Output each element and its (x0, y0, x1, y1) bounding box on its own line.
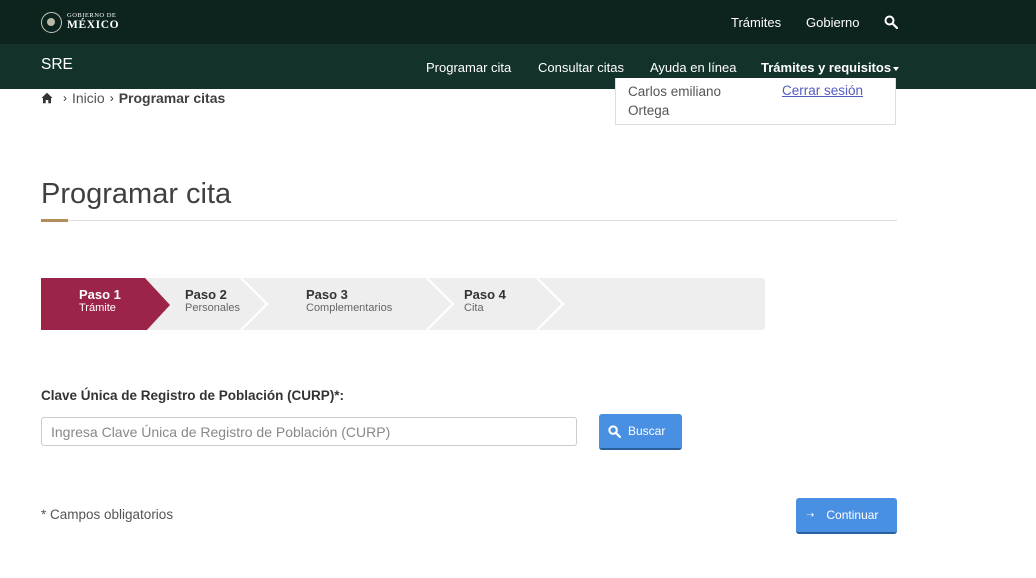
step-4-label: Cita (464, 302, 484, 314)
search-icon[interactable] (884, 15, 898, 29)
step-1-label: Trámite (79, 302, 116, 314)
nav-programar-cita[interactable]: Programar cita (426, 60, 511, 75)
breadcrumb-inicio[interactable]: Inicio (72, 90, 105, 106)
step-2: Paso 2 Personales (185, 288, 240, 314)
step-1-number: Paso 1 (79, 287, 121, 302)
step-3: Paso 3 Complementarios (306, 288, 392, 314)
gobierno-de-mexico-logo[interactable]: GOBIERNO DE MÉXICO (41, 10, 119, 34)
step-3-number: Paso 3 (306, 287, 348, 302)
step-2-number: Paso 2 (185, 287, 227, 302)
gov-nav-gobierno[interactable]: Gobierno (806, 15, 859, 30)
sre-title[interactable]: SRE (41, 56, 73, 74)
breadcrumb: › Inicio › Programar citas (41, 89, 225, 107)
gov-nav-tramites[interactable]: Trámites (731, 15, 781, 30)
national-seal-icon (41, 11, 62, 33)
nav-tramites-y-requisitos[interactable]: Trámites y requisitos (761, 60, 900, 75)
step-2-label: Personales (185, 302, 241, 314)
page-title: Programar cita (41, 178, 232, 210)
continue-button[interactable]: ➝ Continuar (796, 498, 897, 534)
search-button-label: Buscar (628, 424, 666, 438)
continue-button-label: Continuar (826, 508, 879, 522)
curp-label: Clave Única de Registro de Población (CU… (41, 388, 345, 403)
step-3-label: Complementarios (306, 302, 393, 314)
nav-consultar-citas[interactable]: Consultar citas (538, 60, 624, 75)
breadcrumb-current: Programar citas (118, 90, 226, 106)
logout-link[interactable]: Cerrar sesión (782, 83, 863, 98)
user-session-box: Carlos emiliano Ortega Cerrar sesión (615, 78, 896, 125)
stepper-arrows (41, 278, 565, 330)
nav-ayuda-en-linea[interactable]: Ayuda en línea (650, 60, 737, 75)
title-accent-bar (41, 219, 68, 222)
chevron-right-icon: › (63, 91, 67, 105)
search-icon (608, 424, 621, 438)
nav-tramites-y-requisitos-label: Trámites y requisitos (761, 60, 892, 75)
gov-top-bar: GOBIERNO DE MÉXICO Trámites Gobierno (0, 0, 1036, 44)
progress-stepper: Paso 1 Trámite Paso 2 Personales Paso 3 … (41, 278, 765, 330)
arrow-right-icon: ➝ (806, 509, 815, 521)
step-1: Paso 1 Trámite (79, 288, 121, 314)
chevron-right-icon: › (109, 91, 114, 105)
curp-input[interactable] (41, 417, 577, 446)
caret-down-icon (893, 66, 900, 71)
search-button[interactable]: Buscar (599, 414, 682, 450)
required-fields-note: * Campos obligatorios (41, 507, 174, 522)
step-4: Paso 4 Cita (464, 288, 506, 314)
home-icon[interactable] (41, 92, 53, 104)
title-divider (41, 220, 897, 221)
logo-line-2: MÉXICO (67, 19, 120, 31)
step-4-number: Paso 4 (464, 287, 506, 302)
user-name: Carlos emiliano Ortega (628, 84, 722, 118)
